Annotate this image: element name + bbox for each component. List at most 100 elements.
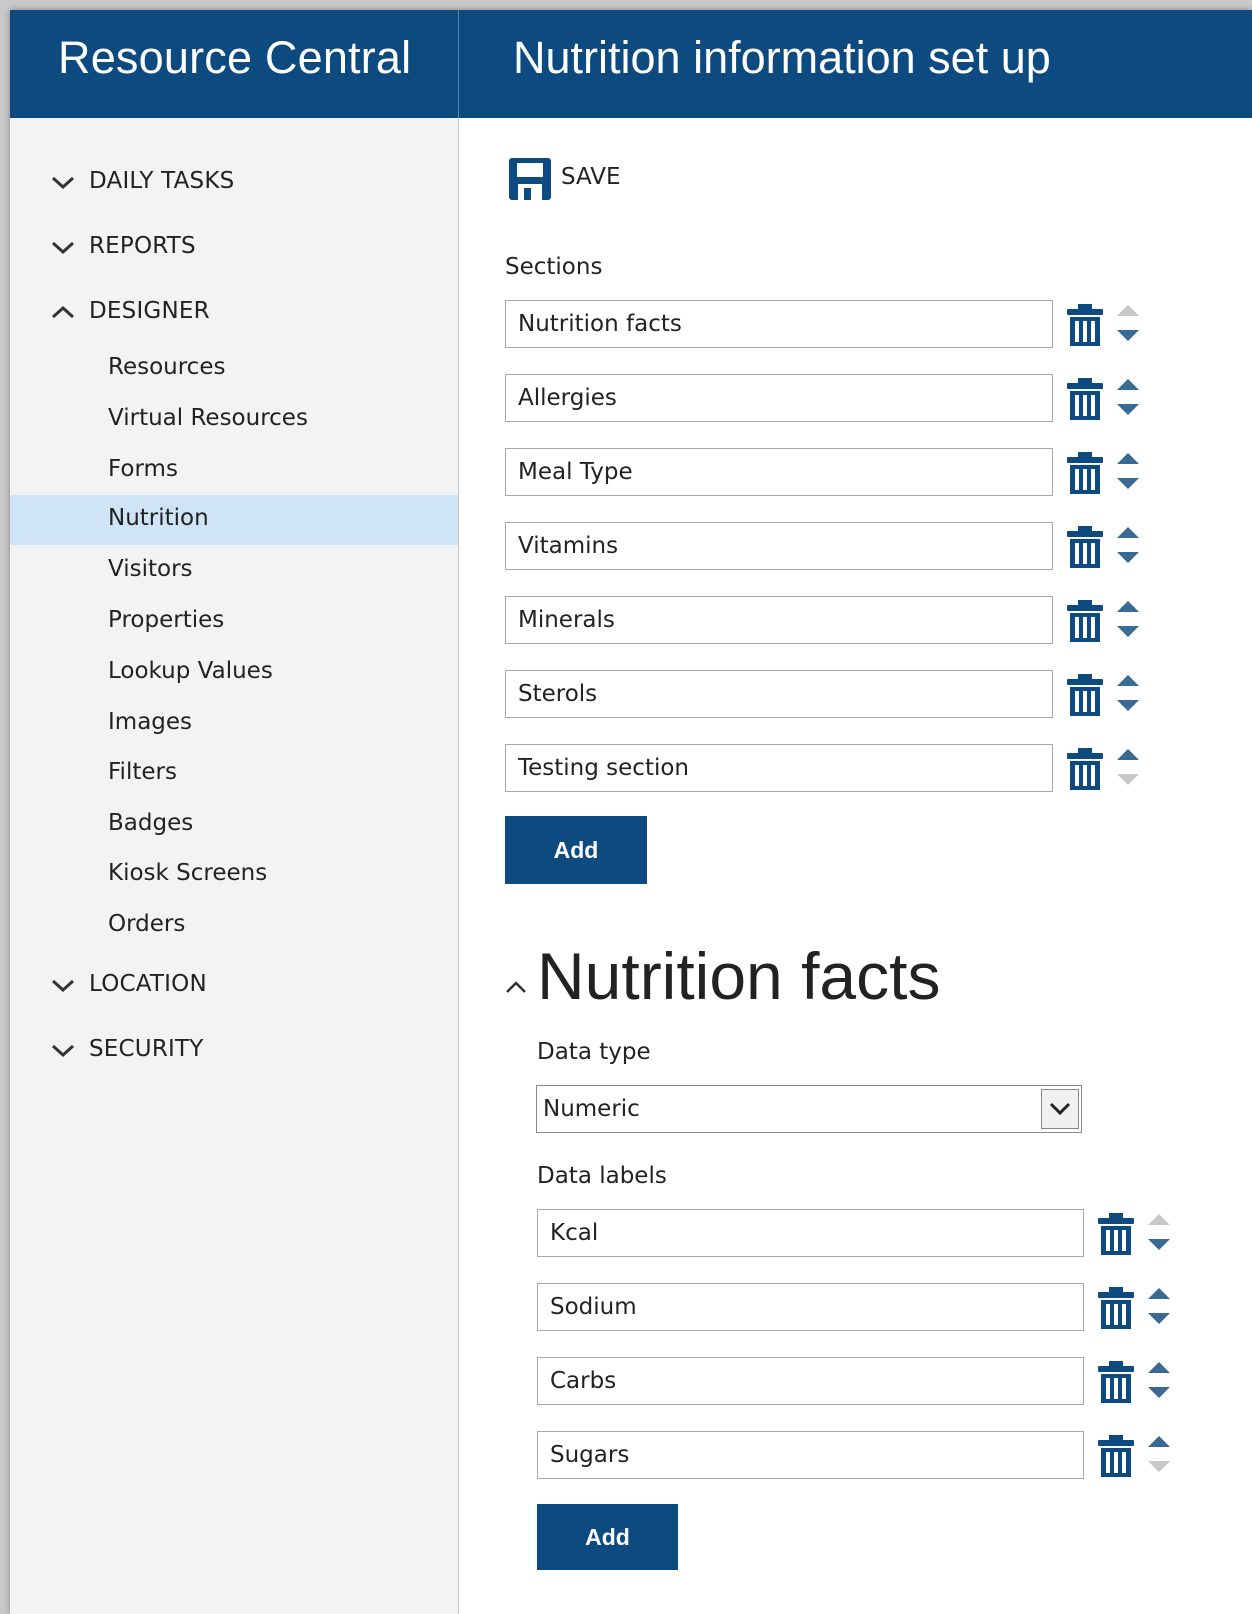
section-name-input[interactable]: Sterols bbox=[505, 670, 1053, 718]
sidebar-item-label: Kiosk Screens bbox=[108, 860, 268, 886]
data-label-input[interactable]: Sodium bbox=[537, 1283, 1084, 1331]
sidebar-item-orders[interactable]: Orders bbox=[10, 901, 458, 951]
chevron-down-icon bbox=[51, 176, 75, 190]
move-down-icon bbox=[1146, 1459, 1172, 1473]
sidebar-group-label: DESIGNER bbox=[89, 298, 210, 324]
sidebar-group-location[interactable]: LOCATION bbox=[10, 965, 458, 1005]
sidebar-item-images[interactable]: Images bbox=[10, 699, 458, 749]
chevron-up-icon bbox=[51, 305, 75, 319]
section-name-input[interactable]: Allergies bbox=[505, 374, 1053, 422]
data-label-input[interactable]: Sugars bbox=[537, 1431, 1084, 1479]
sidebar: DAILY TASKS REPORTS DESIGNER Resources V… bbox=[10, 118, 459, 1614]
floppy-disk-icon bbox=[509, 158, 551, 200]
sidebar-group-daily-tasks[interactable]: DAILY TASKS bbox=[10, 162, 458, 202]
chevron-down-icon bbox=[51, 241, 75, 255]
dropdown-button[interactable] bbox=[1041, 1089, 1079, 1129]
sidebar-group-label: DAILY TASKS bbox=[89, 168, 235, 194]
trash-icon[interactable] bbox=[1096, 1360, 1136, 1404]
move-up-icon[interactable] bbox=[1115, 450, 1141, 464]
data-type-select[interactable]: Numeric bbox=[536, 1085, 1082, 1133]
move-down-icon[interactable] bbox=[1115, 402, 1141, 416]
sidebar-item-label: Visitors bbox=[108, 556, 193, 582]
move-down-icon[interactable] bbox=[1146, 1311, 1172, 1325]
trash-icon[interactable] bbox=[1096, 1286, 1136, 1330]
data-type-value: Numeric bbox=[543, 1096, 640, 1122]
sections-label: Sections bbox=[505, 254, 603, 280]
trash-icon[interactable] bbox=[1096, 1434, 1136, 1478]
move-down-icon bbox=[1115, 772, 1141, 786]
chevron-down-icon bbox=[1049, 1102, 1071, 1116]
move-down-icon[interactable] bbox=[1115, 698, 1141, 712]
trash-icon[interactable] bbox=[1065, 599, 1105, 643]
detail-title: Nutrition facts bbox=[537, 939, 941, 1013]
move-up-icon[interactable] bbox=[1146, 1359, 1172, 1373]
add-section-button[interactable]: Add bbox=[505, 816, 647, 884]
move-up-icon[interactable] bbox=[1115, 598, 1141, 612]
sidebar-group-security[interactable]: SECURITY bbox=[10, 1030, 458, 1070]
move-down-icon[interactable] bbox=[1115, 550, 1141, 564]
move-down-icon[interactable] bbox=[1146, 1385, 1172, 1399]
sidebar-item-filters[interactable]: Filters bbox=[10, 749, 458, 799]
main-content: SAVE Sections Nutrition facts Allergies Me… bbox=[459, 118, 1252, 1614]
trash-icon[interactable] bbox=[1096, 1212, 1136, 1256]
sidebar-group-designer[interactable]: DESIGNER bbox=[10, 292, 458, 332]
move-up-icon bbox=[1115, 302, 1141, 316]
move-up-icon[interactable] bbox=[1115, 746, 1141, 760]
move-down-icon[interactable] bbox=[1115, 624, 1141, 638]
trash-icon[interactable] bbox=[1065, 377, 1105, 421]
move-down-icon[interactable] bbox=[1146, 1237, 1172, 1251]
section-name-input[interactable]: Meal Type bbox=[505, 448, 1053, 496]
move-down-icon[interactable] bbox=[1115, 328, 1141, 342]
sidebar-item-label: Badges bbox=[108, 810, 194, 836]
section-name-input[interactable]: Testing section bbox=[505, 744, 1053, 792]
sidebar-group-label: SECURITY bbox=[89, 1036, 204, 1062]
move-up-icon[interactable] bbox=[1115, 524, 1141, 538]
trash-icon[interactable] bbox=[1065, 451, 1105, 495]
header-divider bbox=[458, 10, 459, 118]
move-up-icon[interactable] bbox=[1115, 376, 1141, 390]
sidebar-item-visitors[interactable]: Visitors bbox=[10, 546, 458, 596]
save-label: SAVE bbox=[561, 164, 621, 190]
sidebar-item-label: Virtual Resources bbox=[108, 405, 308, 431]
section-name-input[interactable]: Minerals bbox=[505, 596, 1053, 644]
chevron-up-icon[interactable] bbox=[503, 978, 529, 996]
data-labels-label: Data labels bbox=[537, 1163, 667, 1189]
sidebar-item-lookup-values[interactable]: Lookup Values bbox=[10, 648, 458, 698]
sidebar-item-kiosk-screens[interactable]: Kiosk Screens bbox=[10, 850, 458, 900]
data-label-input[interactable]: Kcal bbox=[537, 1209, 1084, 1257]
section-name-input[interactable]: Vitamins bbox=[505, 522, 1053, 570]
save-button[interactable]: SAVE bbox=[509, 154, 649, 204]
trash-icon[interactable] bbox=[1065, 673, 1105, 717]
section-name-input[interactable]: Nutrition facts bbox=[505, 300, 1053, 348]
sidebar-item-label: Forms bbox=[108, 456, 178, 482]
move-down-icon[interactable] bbox=[1115, 476, 1141, 490]
app-window: Resource Central Nutrition information s… bbox=[10, 10, 1252, 1614]
sidebar-item-label: Orders bbox=[108, 911, 186, 937]
app-title: Resource Central bbox=[58, 32, 412, 83]
sidebar-item-label: Filters bbox=[108, 759, 177, 785]
sidebar-item-label: Lookup Values bbox=[108, 658, 273, 684]
sidebar-item-label: Nutrition bbox=[108, 505, 209, 531]
sidebar-item-forms[interactable]: Forms bbox=[10, 446, 458, 496]
trash-icon[interactable] bbox=[1065, 303, 1105, 347]
sidebar-item-badges[interactable]: Badges bbox=[10, 800, 458, 850]
sidebar-item-properties[interactable]: Properties bbox=[10, 597, 458, 647]
trash-icon[interactable] bbox=[1065, 747, 1105, 791]
move-up-icon[interactable] bbox=[1146, 1285, 1172, 1299]
sidebar-item-resources[interactable]: Resources bbox=[10, 344, 458, 394]
sidebar-item-label: Properties bbox=[108, 607, 225, 633]
sidebar-item-virtual-resources[interactable]: Virtual Resources bbox=[10, 395, 458, 445]
add-data-label-button[interactable]: Add bbox=[537, 1504, 678, 1570]
move-up-icon[interactable] bbox=[1146, 1433, 1172, 1447]
sidebar-group-label: LOCATION bbox=[89, 971, 207, 997]
chevron-down-icon bbox=[51, 979, 75, 993]
data-type-label: Data type bbox=[537, 1039, 651, 1065]
header-bar: Resource Central Nutrition information s… bbox=[10, 10, 1252, 118]
sidebar-item-nutrition[interactable]: Nutrition bbox=[10, 495, 458, 545]
chevron-down-icon bbox=[51, 1044, 75, 1058]
move-up-icon[interactable] bbox=[1115, 672, 1141, 686]
data-label-input[interactable]: Carbs bbox=[537, 1357, 1084, 1405]
trash-icon[interactable] bbox=[1065, 525, 1105, 569]
sidebar-item-label: Images bbox=[108, 709, 193, 735]
sidebar-group-reports[interactable]: REPORTS bbox=[10, 227, 458, 267]
